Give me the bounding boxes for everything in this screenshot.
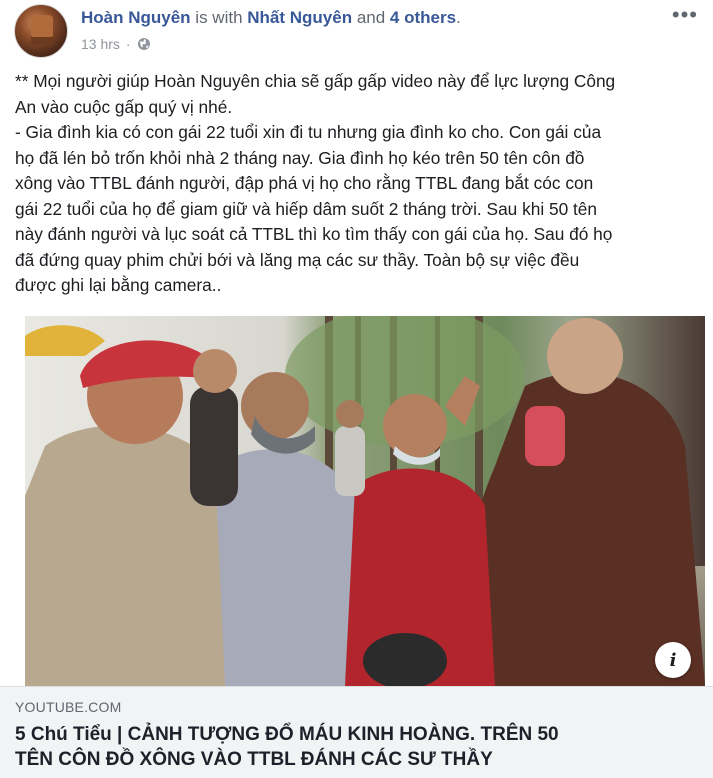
post-meta: 13 hrs · bbox=[81, 36, 151, 52]
globe-icon[interactable] bbox=[137, 37, 151, 51]
post-text-line: An vào cuộc gấp quý vị nhé. bbox=[15, 96, 233, 117]
post-text-line: họ đã lén bỏ trốn khỏi nhà 2 tháng nay. … bbox=[15, 147, 585, 168]
post-text-line: được ghi lại bằng camera.. bbox=[15, 275, 222, 295]
link-title[interactable]: 5 Chú Tiểu | CẢNH TƯỢNG ĐỔ MÁU KINH HOÀN… bbox=[15, 722, 675, 772]
post-text-line: đã đứng quay phim chửi bới và lăng mạ cá… bbox=[15, 249, 580, 270]
facebook-post: Hoàn Nguyên is with Nhất Nguyên and 4 ot… bbox=[0, 0, 713, 778]
post-header: Hoàn Nguyên is with Nhất Nguyên and 4 ot… bbox=[14, 4, 704, 60]
with-text: is with bbox=[190, 8, 248, 27]
video-scene-image bbox=[25, 316, 705, 686]
video-thumbnail[interactable]: i bbox=[25, 316, 705, 686]
post-text-line: này đánh người và lục soát cả TTBL thì k… bbox=[15, 224, 613, 244]
author-name-link[interactable]: Hoàn Nguyên bbox=[81, 8, 191, 27]
post-text-line: ** Mọi người giúp Hoàn Nguyên chia sẽ gấ… bbox=[15, 71, 616, 91]
timestamp-link[interactable]: 13 hrs bbox=[81, 36, 120, 52]
tagged-person-link[interactable]: Nhất Nguyên bbox=[247, 8, 352, 27]
more-options-button[interactable]: ••• bbox=[672, 4, 698, 26]
and-text: and bbox=[352, 8, 390, 27]
author-line: Hoàn Nguyên is with Nhất Nguyên and 4 ot… bbox=[81, 7, 461, 29]
link-title-line: 5 Chú Tiểu | CẢNH TƯỢNG ĐỔ MÁU KINH HOÀN… bbox=[15, 724, 559, 745]
link-domain: YOUTUBE.COM bbox=[15, 699, 122, 715]
others-link[interactable]: 4 others bbox=[390, 8, 456, 27]
meta-dot: · bbox=[125, 36, 131, 52]
info-icon[interactable]: i bbox=[655, 642, 691, 678]
author-avatar[interactable] bbox=[14, 4, 68, 58]
link-title-line: TÊN CÔN ĐỒ XÔNG VÀO TTBL ĐÁNH CÁC SƯ THẦ… bbox=[15, 749, 493, 770]
post-text-line: - Gia đình kia có con gái 22 tuổi xin đi… bbox=[15, 122, 602, 142]
link-preview[interactable]: YOUTUBE.COM 5 Chú Tiểu | CẢNH TƯỢNG ĐỔ M… bbox=[0, 686, 713, 778]
post-text-line: xông vào TTBL đánh người, đập phá vị họ … bbox=[15, 173, 594, 193]
media-left-margin bbox=[0, 316, 25, 686]
post-text: ** Mọi người giúp Hoàn Nguyên chia sẽ gấ… bbox=[15, 69, 697, 299]
post-text-line: gái 22 tuổi của họ để giam giữ và hiếp d… bbox=[15, 198, 598, 219]
period-text: . bbox=[456, 8, 461, 27]
